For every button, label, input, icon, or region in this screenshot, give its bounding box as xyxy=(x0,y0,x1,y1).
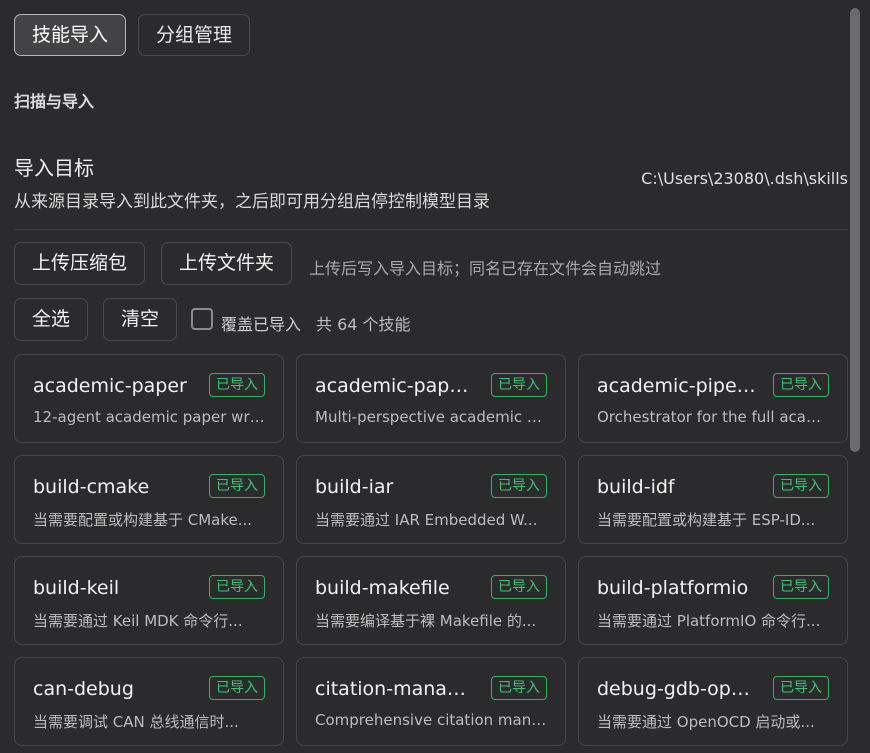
skill-description: 12-agent academic paper writ... xyxy=(33,408,265,426)
tab-skill-import[interactable]: 技能导入 xyxy=(14,14,127,56)
skill-name: academic-pipeline xyxy=(597,375,759,397)
skill-card[interactable]: academic-paper 已导入 12-agent academic paper… xyxy=(14,354,284,443)
skill-name: build-idf xyxy=(597,476,675,498)
select-all-button[interactable]: 全选 xyxy=(14,298,89,341)
imported-badge: 已导入 xyxy=(773,373,829,397)
imported-badge: 已导入 xyxy=(491,676,547,700)
import-target-path: C:\Users\23080\.dsh\skills xyxy=(641,169,848,188)
tab-bar: 技能导入 分组管理 xyxy=(14,14,251,56)
skill-description: 当需要配置或构建基于 CMake... xyxy=(33,511,253,529)
skill-description: 当需要编译基于裸 Makefile 的... xyxy=(315,612,537,630)
skill-card[interactable]: build-cmake 已导入当需要配置或构建基于 CMake... xyxy=(14,455,284,544)
imported-badge: 已导入 xyxy=(773,575,829,599)
skill-name: build-platformio xyxy=(597,577,749,599)
divider xyxy=(14,229,848,230)
imported-badge: 已导入 xyxy=(209,373,265,397)
imported-badge: 已导入 xyxy=(209,474,265,498)
clear-button[interactable]: 清空 xyxy=(103,298,178,341)
import-target-description: 从来源目录导入到此文件夹，之后即可用分组启停控制模型目录 xyxy=(14,192,490,212)
skill-name: build-keil xyxy=(33,577,120,599)
skill-description: 当需要调试 CAN 总线通信时... xyxy=(33,713,239,731)
skill-card[interactable]: academic-pipeline 已导入 Orchestrator for the… xyxy=(578,354,848,443)
upload-hint: 上传后写入导入目标；同名已存在文件会自动跳过 xyxy=(309,259,662,278)
skill-card[interactable]: can-debug 已导入当需要调试 CAN 总线通信时... xyxy=(14,657,284,746)
imported-badge: 已导入 xyxy=(773,676,829,700)
skill-card[interactable]: academic-paper-... 已导入 Multi-perspective a… xyxy=(296,354,566,443)
skill-description: 当需要配置或构建基于 ESP-ID... xyxy=(597,511,816,529)
skill-card[interactable]: build-keil 已导入当需要通过 Keil MDK 命令行... xyxy=(14,556,284,645)
skill-name: academic-paper xyxy=(33,375,187,397)
import-target-title: 导入目标 xyxy=(14,156,94,180)
skill-card[interactable]: build-platformio 已导入当需要通过 PlatformIO 命令行.… xyxy=(578,556,848,645)
tab-group-management[interactable]: 分组管理 xyxy=(138,14,251,56)
skill-card[interactable]: build-makefile 已导入当需要编译基于裸 Makefile 的... xyxy=(296,556,566,645)
upload-zip-button[interactable]: 上传压缩包 xyxy=(14,242,146,285)
skill-card[interactable]: build-iar 已导入当需要通过 IAR Embedded W... xyxy=(296,455,566,544)
skill-name: build-makefile xyxy=(315,577,450,599)
skill-description: 当需要通过 Keil MDK 命令行... xyxy=(33,612,243,630)
section-title: 扫描与导入 xyxy=(14,92,95,111)
skill-count: 共 64 个技能 xyxy=(316,315,411,334)
skill-name: citation-manage... xyxy=(315,678,477,700)
skill-description: Comprehensive citation mana... xyxy=(315,711,547,729)
imported-badge: 已导入 xyxy=(491,373,547,397)
skill-card[interactable]: citation-manage... 已导入 Comprehensive citat… xyxy=(296,657,566,746)
skill-card[interactable]: debug-gdb-ope... 已导入当需要通过 OpenOCD 启动或... xyxy=(578,657,848,746)
scrollbar-thumb[interactable] xyxy=(850,8,860,452)
imported-badge: 已导入 xyxy=(209,575,265,599)
skills-import-page: 技能导入 分组管理 扫描与导入 导入目标 从来源目录导入到此文件夹，之后即可用分… xyxy=(0,0,870,753)
skill-description: 当需要通过 IAR Embedded W... xyxy=(315,511,538,529)
skill-name: debug-gdb-ope... xyxy=(597,678,759,700)
upload-folder-button[interactable]: 上传文件夹 xyxy=(161,242,293,285)
skill-description: Orchestrator for the full acade... xyxy=(597,408,829,426)
imported-badge: 已导入 xyxy=(209,676,265,700)
skill-card[interactable]: build-idf 已导入当需要配置或构建基于 ESP-ID... xyxy=(578,455,848,544)
overwrite-checkbox[interactable] xyxy=(191,308,213,330)
imported-badge: 已导入 xyxy=(491,575,547,599)
skill-description: 当需要通过 OpenOCD 启动或... xyxy=(597,713,815,731)
overwrite-label: 覆盖已导入 xyxy=(221,315,302,334)
skill-name: build-cmake xyxy=(33,476,150,498)
skill-name: academic-paper-... xyxy=(315,375,477,397)
skill-description: Multi-perspective academic p... xyxy=(315,408,547,426)
imported-badge: 已导入 xyxy=(773,474,829,498)
imported-badge: 已导入 xyxy=(491,474,547,498)
skill-description: 当需要通过 PlatformIO 命令行... xyxy=(597,612,821,630)
skill-name: can-debug xyxy=(33,678,134,700)
skill-name: build-iar xyxy=(315,476,394,498)
